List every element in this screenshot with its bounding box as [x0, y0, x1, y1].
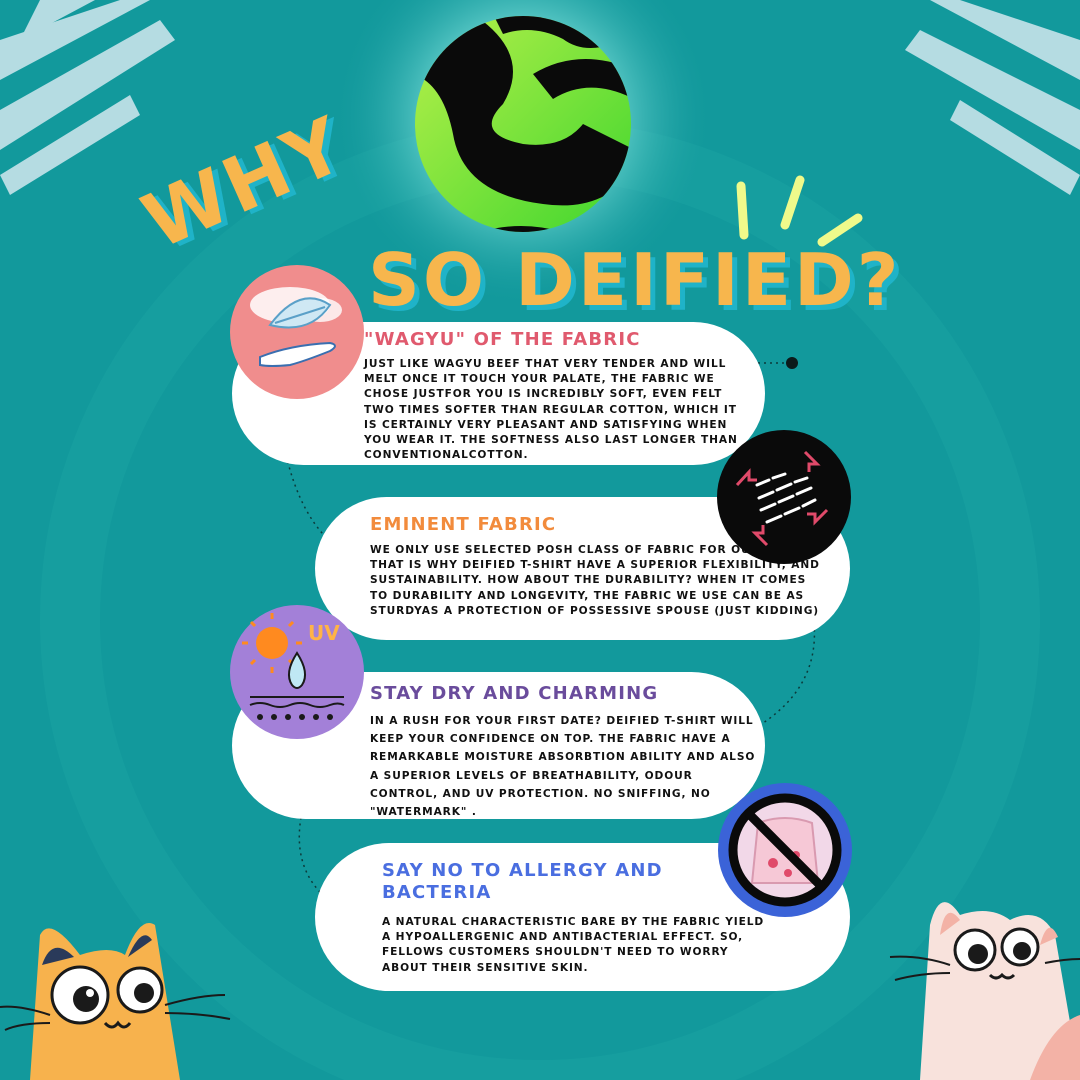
fabric-stretch-icon [717, 430, 851, 564]
title-so-deified: SO DEIFIED? [368, 238, 902, 322]
section-heading-wagyu: "WAGYU" OF THE FABRIC [364, 329, 641, 350]
uv-label: UV [308, 621, 340, 645]
section-text-dry: IN A RUSH FOR YOUR FIRST DATE? DEIFIED T… [370, 715, 756, 819]
section-text-allergy: A NATURAL CHARACTERISTIC BARE BY THE FAB… [382, 916, 765, 974]
section-heading-dry: STAY DRY AND CHARMING [370, 683, 659, 704]
section-heading-allergy: SAY NO TO ALLERGY AND BACTERIA [382, 860, 663, 903]
section-text-wagyu: JUST LIKE WAGYU BEEF THAT VERY TENDER AN… [364, 358, 738, 462]
orange-cat-illustration [0, 923, 231, 1080]
uv-protection-icon: UV [230, 605, 364, 739]
feather-hand-icon [230, 265, 364, 399]
no-allergy-icon [718, 783, 852, 917]
brand-logo [415, 16, 631, 232]
section-heading-eminent: EMINENT FABRIC [370, 514, 557, 535]
pink-cat-illustration [889, 902, 1080, 1080]
